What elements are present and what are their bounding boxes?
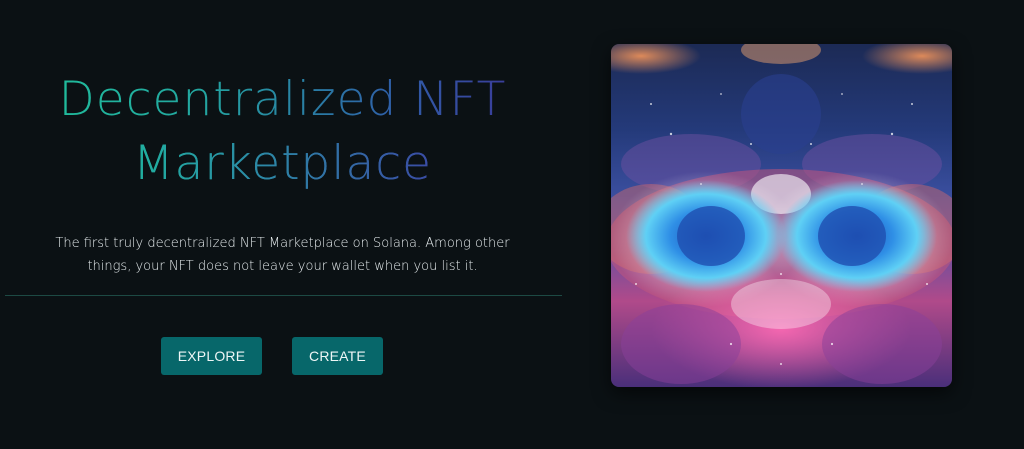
hero-divider bbox=[5, 295, 562, 296]
create-button[interactable]: CREATE bbox=[292, 337, 383, 375]
hero-title: Decentralized NFT Marketplace bbox=[0, 68, 565, 196]
hero-title-line1: Decentralized NFT bbox=[58, 72, 507, 127]
hero-title-line2: Marketplace bbox=[133, 132, 432, 196]
nft-artwork-image bbox=[611, 44, 952, 387]
hero-description: The first truly decentralized NFT Market… bbox=[55, 236, 510, 274]
featured-nft-image[interactable] bbox=[611, 44, 952, 387]
explore-button[interactable]: EXPLORE bbox=[161, 337, 262, 375]
landing-page: Decentralized NFT Marketplace The first … bbox=[0, 0, 1024, 449]
hero-section: Decentralized NFT Marketplace The first … bbox=[0, 0, 565, 449]
